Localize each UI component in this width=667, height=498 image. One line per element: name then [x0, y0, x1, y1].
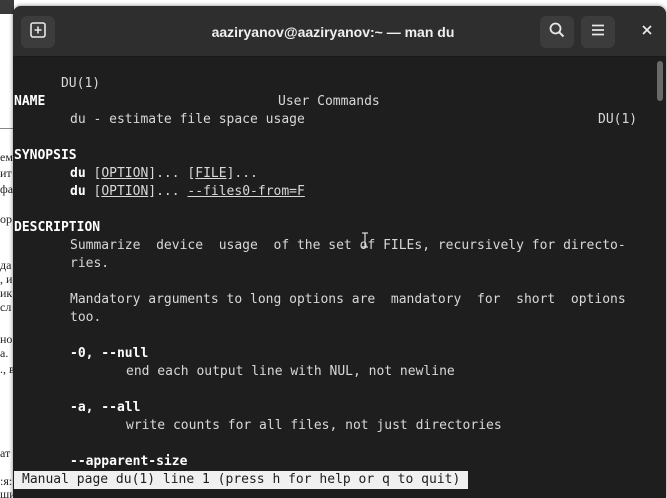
background-text: фа	[0, 182, 14, 196]
synopsis-option: OPTION	[101, 184, 149, 199]
background-text: ат	[0, 446, 11, 460]
option-apparent-size: --apparent-size	[70, 454, 188, 469]
synopsis-line: du [OPTION]... [FILE]...	[70, 166, 258, 181]
synopsis-file: FILE	[195, 166, 227, 181]
option-all-description: write counts for all files, not just dir…	[126, 418, 502, 433]
hamburger-menu-icon	[589, 21, 607, 44]
background-text: да	[0, 258, 12, 272]
background-text: щие выполнение лаб. раб.:	[0, 487, 14, 498]
close-button[interactable]	[630, 16, 664, 48]
terminal-window: aaziryanov@aaziryanov:~ — man du DU(1) U…	[13, 6, 666, 498]
background-text: ем	[0, 150, 13, 164]
background-text: ор	[0, 212, 12, 226]
background-document: ем ит фа ор да , и ик сл но а. ., в ат :…	[0, 0, 14, 498]
search-button[interactable]	[540, 16, 574, 48]
synopsis-files0: --files0-from=F	[187, 184, 305, 199]
synopsis-line: du [OPTION]... --files0-from=F	[70, 184, 305, 199]
close-icon	[640, 23, 654, 42]
background-text: сл	[0, 300, 12, 314]
section-heading-description: DESCRIPTION	[14, 220, 101, 235]
background-text: ит	[0, 166, 12, 180]
description-text: ries.	[70, 256, 110, 271]
synopsis-option: OPTION	[101, 166, 149, 181]
option-all: -a, --all	[70, 400, 141, 415]
background-text: но	[0, 332, 13, 346]
text-cursor-icon	[361, 232, 369, 248]
pager-status-line: Manual page du(1) line 1 (press h for he…	[14, 471, 469, 489]
terminal-content[interactable]: DU(1) User Commands DU(1) NAME du - esti…	[13, 57, 666, 498]
man-header-center: User Commands	[278, 94, 380, 109]
background-text: а.	[0, 346, 9, 360]
option-null-description: end each output line with NUL, not newli…	[126, 364, 455, 379]
new-tab-button[interactable]	[21, 16, 55, 48]
man-header-right: DU(1)	[598, 112, 638, 127]
synopsis-command: du	[70, 166, 86, 181]
description-text: Summarize device usage of the set of FIL…	[70, 238, 626, 253]
section-heading-synopsis: SYNOPSIS	[14, 148, 77, 163]
new-tab-icon	[29, 21, 47, 44]
description-text: too.	[70, 310, 102, 325]
menu-button[interactable]	[581, 16, 615, 48]
description-text: Mandatory arguments to long options are …	[70, 292, 626, 307]
background-text: , и	[0, 272, 13, 286]
man-header: DU(1) User Commands DU(1)	[14, 57, 664, 127]
background-rule	[0, 128, 14, 129]
name-text: du - estimate file space usage	[70, 112, 305, 127]
background-text: ., в	[0, 362, 14, 376]
section-heading-name: NAME	[14, 94, 46, 109]
option-null: -0, --null	[70, 346, 149, 361]
synopsis-command: du	[70, 184, 86, 199]
window-title: aaziryanov@aaziryanov:~ — man du	[211, 24, 455, 40]
title-bar[interactable]: aaziryanov@aaziryanov:~ — man du	[13, 6, 666, 57]
background-toolbar	[0, 0, 14, 14]
search-icon	[548, 21, 566, 44]
background-text: ик	[0, 286, 13, 300]
man-header-left: DU(1)	[60, 76, 101, 91]
